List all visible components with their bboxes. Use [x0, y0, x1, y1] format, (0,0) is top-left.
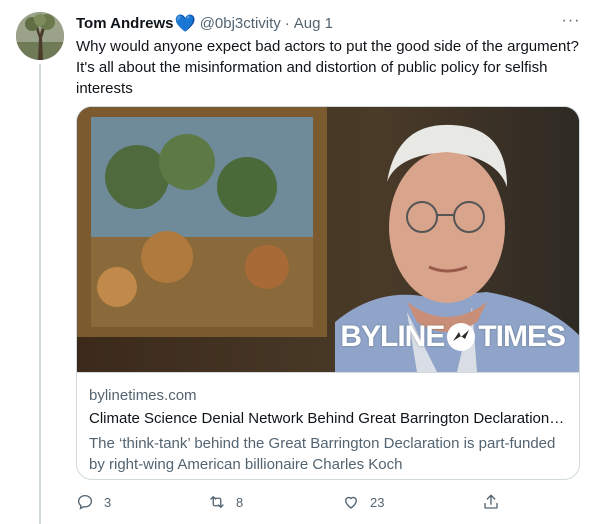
blue-heart-emoji: 💙: [174, 13, 196, 33]
card-body[interactable]: bylinetimes.com Climate Science Denial N…: [77, 372, 579, 479]
like-count: 23: [370, 494, 385, 510]
reply-button[interactable]: 3: [76, 490, 111, 514]
tweet-date[interactable]: Aug 1: [294, 15, 333, 32]
card-title: Climate Science Denial Network Behind Gr…: [89, 410, 567, 427]
author-handle[interactable]: @0bj3ctivity: [200, 15, 281, 32]
watermark-right: TIMES: [478, 320, 566, 353]
tweet-text: Why would anyone expect bad actors to pu…: [76, 38, 579, 97]
share-button[interactable]: [482, 490, 510, 514]
byline-times-logo-icon: [447, 323, 476, 351]
byline-times-watermark: BYLINE TIMES: [340, 320, 566, 354]
more-options-icon[interactable]: ···: [560, 10, 582, 32]
watermark-left: BYLINE: [340, 320, 445, 353]
link-card[interactable]: BYLINE TIMES bylinetimes.com Climate Sci…: [76, 106, 580, 480]
card-domain: bylinetimes.com: [89, 387, 197, 404]
tweet-actions: 3 8 23: [72, 490, 512, 514]
retweet-button[interactable]: 8: [208, 490, 243, 514]
like-button[interactable]: 23: [342, 490, 384, 514]
avatar-image: [16, 12, 64, 60]
reply-icon: [77, 494, 93, 510]
reply-count: 3: [104, 494, 112, 510]
author-name[interactable]: Tom Andrews: [76, 15, 174, 32]
retweet-count: 8: [236, 494, 244, 510]
card-image: BYLINE TIMES: [77, 107, 579, 372]
retweet-icon: [210, 496, 224, 508]
thread-line: [39, 64, 41, 524]
heart-icon: [345, 496, 357, 509]
tweet-header: Tom Andrews 💙 @0bj3ctivity · Aug 1: [76, 13, 582, 33]
share-icon: [484, 494, 498, 509]
card-description: The ‘think-tank’ behind the Great Barrin…: [89, 435, 556, 473]
avatar[interactable]: [16, 12, 64, 60]
header-separator: ·: [284, 14, 290, 32]
